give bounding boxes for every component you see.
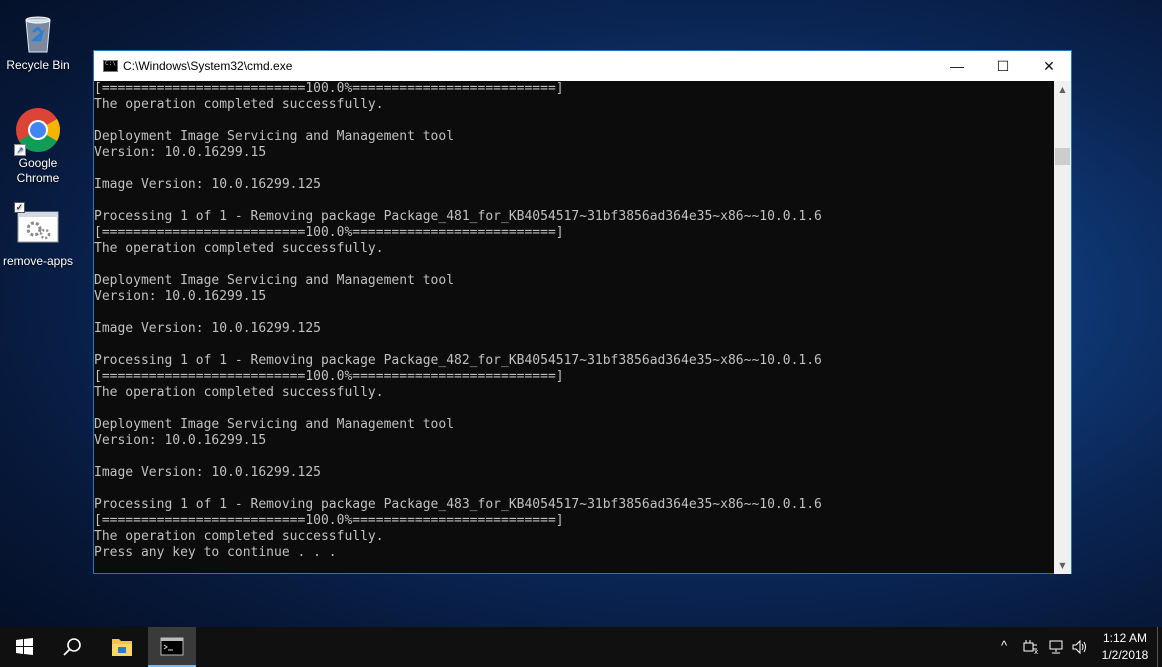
- clock-time: 1:12 AM: [1102, 631, 1148, 645]
- start-button[interactable]: [0, 627, 48, 667]
- console-output[interactable]: [==========================100.0%=======…: [94, 81, 1054, 574]
- desktop-icon-label: Google Chrome: [16, 156, 60, 185]
- cmd-app-icon: [103, 60, 118, 72]
- checkbox-icon: ✓: [14, 202, 25, 213]
- svg-text:x: x: [1034, 648, 1038, 655]
- console-line: Processing 1 of 1 - Removing package Pac…: [94, 353, 822, 368]
- desktop-icon-label: Recycle Bin: [6, 58, 70, 72]
- desktop-icon-label: remove-apps: [2, 254, 74, 268]
- search-icon: [63, 638, 81, 656]
- recycle-bin-icon: [14, 8, 62, 56]
- console-line: Processing 1 of 1 - Removing package Pac…: [94, 497, 822, 512]
- window-title: C:\Windows\System32\cmd.exe: [123, 59, 293, 73]
- cmd-icon: [160, 637, 184, 656]
- chevron-up-icon[interactable]: ^: [1001, 638, 1007, 653]
- scroll-thumb[interactable]: [1055, 148, 1070, 165]
- console-line: The operation completed successfully.: [94, 241, 384, 256]
- scroll-up-arrow-icon[interactable]: ▲: [1054, 81, 1071, 98]
- console-line: [==========================100.0%=======…: [94, 225, 564, 240]
- volume-icon[interactable]: [1071, 639, 1089, 655]
- console-line: Image Version: 10.0.16299.125: [94, 177, 321, 192]
- batch-file-icon: ✓: [14, 202, 62, 252]
- console-line: Image Version: 10.0.16299.125: [94, 321, 321, 336]
- cmd-taskbar-button[interactable]: [148, 627, 196, 667]
- taskbar-clock[interactable]: 1:12 AM 1/2/2018: [1096, 630, 1154, 664]
- desktop-icon-google-chrome[interactable]: ↗ Google Chrome: [0, 106, 76, 186]
- cmd-window[interactable]: C:\Windows\System32\cmd.exe — ☐ ✕ [=====…: [93, 50, 1072, 574]
- console-line: [==========================100.0%=======…: [94, 513, 564, 528]
- vertical-scrollbar[interactable]: ▲ ▼: [1054, 81, 1071, 574]
- file-explorer-button[interactable]: [98, 627, 146, 667]
- desktop-icon-recycle-bin[interactable]: Recycle Bin: [0, 8, 76, 73]
- shortcut-arrow-icon: ↗: [14, 144, 26, 156]
- windows-logo-icon: [16, 638, 33, 655]
- console-line: [==========================100.0%=======…: [94, 81, 564, 96]
- console-line: The operation completed successfully.: [94, 385, 384, 400]
- console-line: Deployment Image Servicing and Managemen…: [94, 129, 455, 144]
- scroll-down-arrow-icon[interactable]: ▼: [1054, 557, 1071, 574]
- console-line: [==========================100.0%=======…: [94, 369, 564, 384]
- search-button[interactable]: [48, 627, 96, 667]
- console-line: Deployment Image Servicing and Managemen…: [94, 273, 455, 288]
- network-icon[interactable]: [1047, 639, 1065, 655]
- maximize-button[interactable]: ☐: [980, 51, 1026, 81]
- close-button[interactable]: ✕: [1026, 51, 1072, 81]
- system-tray: ^ x: [995, 627, 1095, 667]
- chrome-icon: ↗: [14, 106, 62, 156]
- minimize-button[interactable]: —: [934, 51, 980, 81]
- console-line: The operation completed successfully.: [94, 529, 384, 544]
- console-line: The operation completed successfully.: [94, 97, 384, 112]
- console-line: Version: 10.0.16299.15: [94, 433, 267, 448]
- console-line: Press any key to continue . . .: [94, 545, 337, 560]
- console-line: Processing 1 of 1 - Removing package Pac…: [94, 209, 822, 224]
- console-line: Deployment Image Servicing and Managemen…: [94, 417, 455, 432]
- console-line: Version: 10.0.16299.15: [94, 289, 267, 304]
- clock-date: 1/2/2018: [1101, 648, 1149, 662]
- power-plug-icon[interactable]: x: [1022, 639, 1040, 655]
- show-desktop-button[interactable]: [1157, 627, 1162, 667]
- folder-icon: [112, 639, 132, 656]
- taskbar: ^ x 1:12 AM 1/2/2018: [0, 627, 1162, 667]
- console-line: Version: 10.0.16299.15: [94, 145, 267, 160]
- desktop-icon-remove-apps[interactable]: ✓ remove-apps: [0, 202, 76, 269]
- console-line: Image Version: 10.0.16299.125: [94, 465, 321, 480]
- title-bar[interactable]: C:\Windows\System32\cmd.exe — ☐ ✕: [94, 51, 1071, 81]
